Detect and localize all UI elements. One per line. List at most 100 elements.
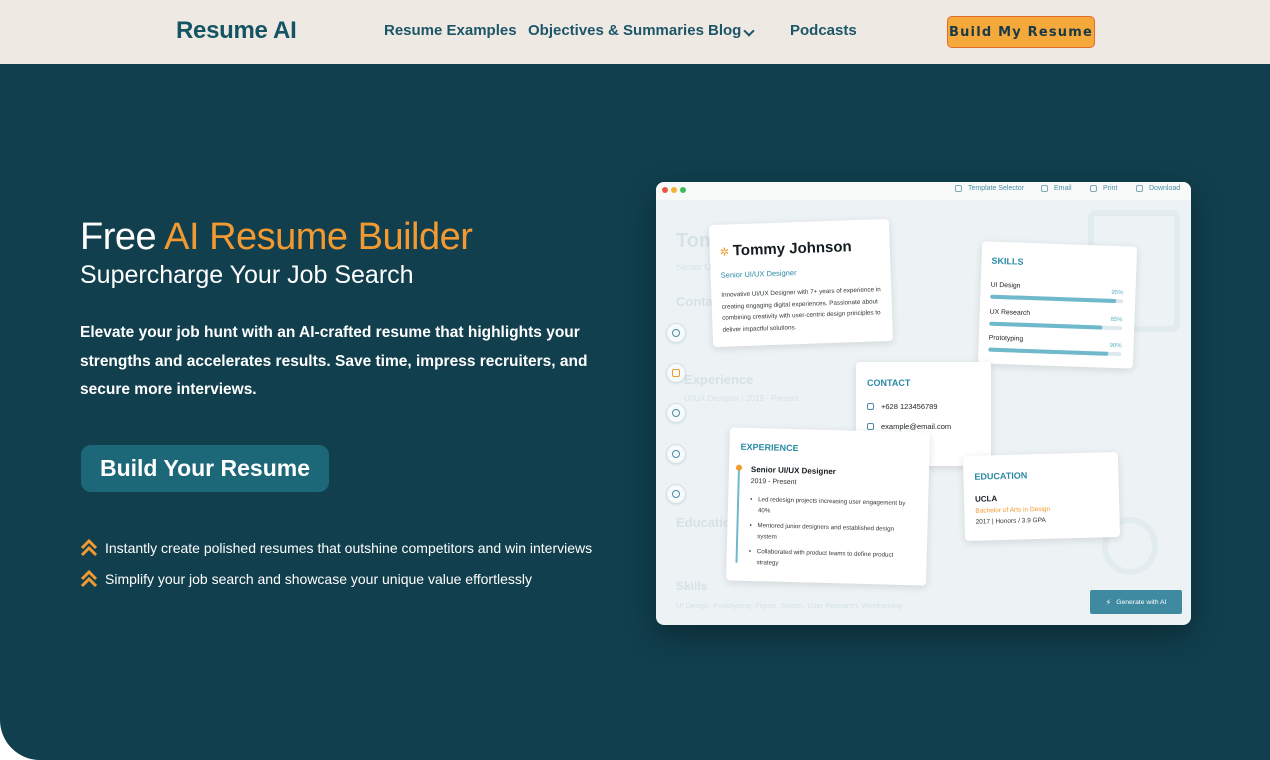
bg-skills-line: UI Design, Prototyping, Figma, Sketch, U… [676, 601, 902, 610]
bg-experience: Experience [684, 372, 753, 387]
skill-percent: 85% [1110, 317, 1122, 323]
sparkle-icon: ✲ [720, 245, 730, 258]
window-minimize-dot [671, 187, 677, 193]
timeline-dot [736, 465, 742, 471]
bg-skills: Skills [676, 579, 707, 593]
skill-label: UI Design [991, 282, 1126, 294]
download-label: Download [1149, 185, 1180, 192]
generate-with-ai-button[interactable]: ⚡ Generate with AI [1090, 590, 1182, 614]
settings-icon [955, 185, 962, 192]
resume-experience-card: EXPERIENCE Senior UI/UX Designer 2019 - … [726, 427, 930, 585]
education-details: 2017 | Honors / 3.9 GPA [976, 517, 1046, 526]
resume-name-card: ✲ Tommy Johnson Senior UI/UX Designer In… [709, 219, 893, 347]
nav-link-podcasts[interactable]: Podcasts [790, 22, 857, 39]
template-selector-label: Template Selector [968, 185, 1024, 192]
skill-bar-track [990, 295, 1123, 304]
job-title: Senior UI/UX Designer [751, 465, 836, 476]
print-label: Print [1103, 185, 1117, 192]
window-maximize-dot [680, 187, 686, 193]
timeline-line [735, 468, 739, 563]
bg-role: Senior U [676, 262, 711, 272]
skills-heading: SKILLS [991, 256, 1023, 267]
school-name: UCLA [975, 494, 997, 504]
feature-bullet-text: Simplify your job search and showcase yo… [105, 571, 532, 587]
magic-wand-icon: ⚡ [1106, 598, 1112, 607]
degree-name: Bachelor of Arts in Design [975, 506, 1050, 515]
feature-bullet-text: Instantly create polished resumes that o… [105, 540, 592, 556]
double-chevron-up-icon [80, 538, 98, 558]
feature-bullet: Simplify your job search and showcase yo… [80, 569, 532, 589]
window-close-dot [662, 187, 668, 193]
skill-row: Prototyping 90% [989, 335, 1124, 347]
resume-builder-preview: Template Selector Email Print Download T… [656, 182, 1191, 625]
email-label: Email [1054, 185, 1072, 192]
nav-link-objectives-summaries[interactable]: Objectives & Summaries [528, 22, 704, 39]
generate-with-ai-label: Generate with AI [1116, 599, 1166, 606]
contact-email-text: example@email.com [881, 422, 951, 431]
double-chevron-up-icon [80, 569, 98, 589]
bg-experience-line: UI/UX Designer | 2019 - Present [684, 394, 799, 403]
education-heading: EDUCATION [974, 470, 1027, 481]
hero-title: Free AI Resume Builder [80, 216, 472, 259]
skill-label: UX Research [990, 309, 1125, 321]
build-your-resume-button[interactable]: Build Your Resume [81, 445, 329, 492]
preview-toolbar: Template Selector Email Print Download [656, 182, 1191, 200]
nav-link-resume-examples[interactable]: Resume Examples [384, 22, 517, 39]
mail-icon [867, 423, 874, 430]
profile-section-icon[interactable] [666, 323, 686, 343]
skill-percent: 95% [1111, 290, 1123, 296]
skill-row: UI Design 95% [991, 282, 1126, 294]
bg-education: Educatio [676, 515, 731, 530]
user-icon [672, 329, 680, 337]
phone-icon [867, 403, 874, 410]
skill-percent: 90% [1109, 343, 1121, 349]
skill-bar-track [988, 348, 1121, 357]
education-section-icon[interactable] [666, 403, 686, 423]
experience-heading: EXPERIENCE [740, 442, 798, 454]
chevron-down-icon[interactable] [743, 25, 754, 36]
hero-description: Elevate your job hunt with an AI-crafted… [80, 319, 600, 405]
candidate-bio: Innovative UI/UX Designer with 7+ years … [721, 284, 883, 336]
nav-link-blog[interactable]: Blog [708, 22, 741, 39]
hero-title-accent: AI Resume Builder [164, 216, 472, 258]
job-dates: 2019 - Present [751, 478, 797, 486]
contact-email: example@email.com [867, 422, 951, 431]
contact-phone: +628 123456789 [867, 402, 938, 411]
smile-icon [672, 490, 680, 498]
build-my-resume-button[interactable]: Build My Resume [947, 16, 1095, 48]
experience-item: Led redesign projects increasing user en… [750, 495, 915, 520]
logo[interactable]: Resume AI [176, 17, 296, 45]
resume-education-card: EDUCATION UCLA Bachelor of Arts in Desig… [963, 452, 1120, 541]
hero-title-prefix: Free [80, 216, 164, 258]
experience-item: Collaborated with product teams to defin… [748, 547, 913, 572]
skill-bar-fill [988, 348, 1108, 356]
contact-heading: CONTACT [867, 378, 910, 388]
mail-icon [1041, 185, 1048, 192]
skill-bar-track [989, 322, 1122, 331]
hero-section: Free AI Resume Builder Supercharge Your … [0, 64, 1270, 760]
printer-icon [1090, 185, 1097, 192]
lightbulb-icon [672, 450, 680, 458]
skills-section-icon[interactable] [666, 444, 686, 464]
download-button[interactable]: Download [1136, 185, 1180, 192]
print-button[interactable]: Print [1090, 185, 1117, 192]
resume-skills-card: SKILLS UI Design 95% UX Research 85% Pro… [978, 241, 1137, 368]
template-selector-button[interactable]: Template Selector [955, 185, 1024, 192]
experience-item: Mentored junior designers and establishe… [749, 521, 914, 546]
candidate-name: Tommy Johnson [733, 238, 852, 259]
contact-phone-text: +628 123456789 [881, 402, 938, 411]
candidate-role: Senior UI/UX Designer [721, 268, 797, 280]
extras-section-icon[interactable] [666, 484, 686, 504]
feature-bullet: Instantly create polished resumes that o… [80, 538, 592, 558]
briefcase-icon [672, 369, 680, 377]
experience-section-icon[interactable] [666, 363, 686, 383]
skill-bar-fill [990, 295, 1116, 303]
top-nav: Resume AI Resume Examples Objectives & S… [0, 0, 1270, 64]
hero-subtitle: Supercharge Your Job Search [80, 261, 414, 290]
download-icon [1136, 185, 1143, 192]
skill-bar-fill [989, 322, 1102, 330]
email-button[interactable]: Email [1041, 185, 1072, 192]
skill-row: UX Research 85% [990, 309, 1125, 321]
skill-label: Prototyping [989, 335, 1124, 347]
graduation-cap-icon [672, 409, 680, 417]
